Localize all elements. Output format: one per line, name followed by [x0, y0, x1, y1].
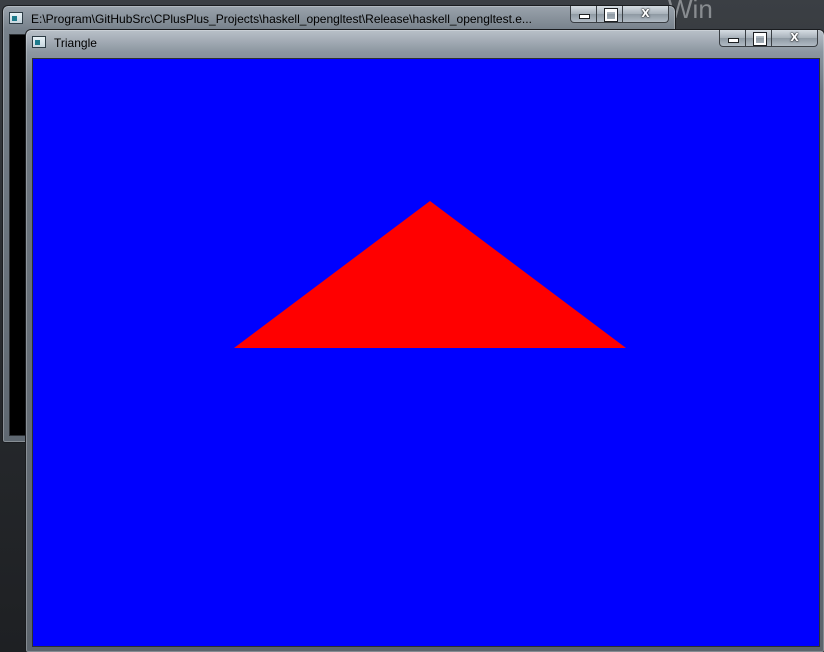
- triangle-window-title: Triangle: [54, 36, 97, 50]
- triangle-minimize-button[interactable]: [719, 30, 746, 47]
- triangle-close-button[interactable]: X: [772, 30, 818, 47]
- opengl-canvas[interactable]: [32, 58, 820, 647]
- minimize-icon: [729, 39, 738, 42]
- close-icon: X: [790, 31, 799, 44]
- scene-background: [33, 59, 819, 646]
- console-app-icon: [9, 12, 23, 24]
- triangle-maximize-button[interactable]: [746, 30, 772, 47]
- maximize-icon: [605, 9, 617, 21]
- console-minimize-button[interactable]: [570, 6, 597, 23]
- desktop: Win E:\Program\GitHubSrc\CPlusPlus_Proje…: [0, 0, 824, 652]
- console-caption-buttons: X: [570, 6, 669, 24]
- maximize-icon: [754, 33, 766, 45]
- console-window-title: E:\Program\GitHubSrc\CPlusPlus_Projects\…: [31, 12, 532, 26]
- close-icon: X: [641, 7, 650, 20]
- opengl-scene: [33, 59, 819, 646]
- triangle-app-icon: [32, 36, 46, 48]
- console-maximize-button[interactable]: [597, 6, 623, 23]
- triangle-window[interactable]: Triangle X: [25, 29, 824, 652]
- triangle-titlebar[interactable]: Triangle X: [26, 30, 824, 56]
- console-close-button[interactable]: X: [623, 6, 669, 23]
- triangle-caption-buttons: X: [719, 30, 818, 48]
- minimize-icon: [580, 15, 589, 18]
